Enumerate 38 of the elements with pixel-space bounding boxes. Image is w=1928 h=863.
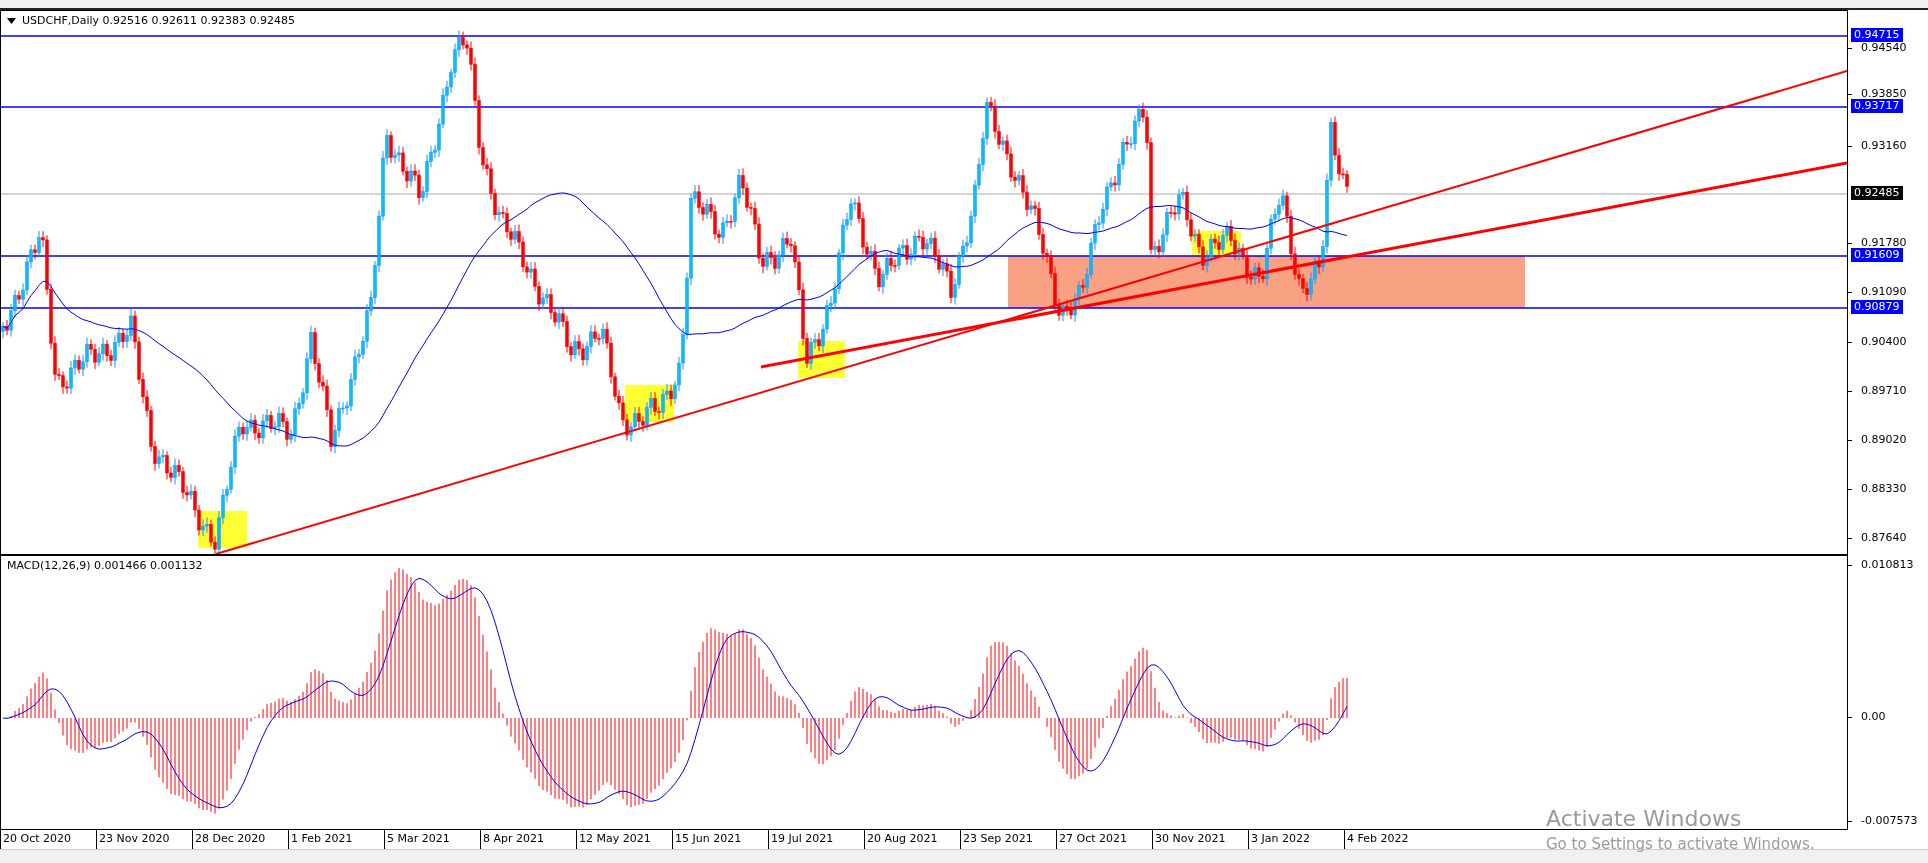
date-label: 28 Dec 2020 bbox=[192, 830, 288, 849]
symbol-header: USDCHF,Daily 0.92516 0.92611 0.92383 0.92485 bbox=[22, 14, 296, 27]
price-tag: 0.92485 bbox=[1851, 186, 1903, 200]
price-tag: 0.90879 bbox=[1851, 300, 1903, 314]
date-label: 1 Feb 2021 bbox=[288, 830, 384, 849]
date-label: 20 Aug 2021 bbox=[864, 830, 960, 849]
indicator-tick-label: 0.010813 bbox=[1860, 558, 1915, 572]
price-tag: 0.94715 bbox=[1851, 28, 1903, 42]
date-label: 12 May 2021 bbox=[576, 830, 672, 849]
indicator-tick-label: 0.00 bbox=[1860, 710, 1887, 724]
price-tick-label: 0.89710 bbox=[1860, 384, 1908, 398]
date-label: 23 Sep 2021 bbox=[960, 830, 1056, 849]
price-tick-label: 0.90400 bbox=[1860, 335, 1908, 349]
price-tick-label: 0.93850 bbox=[1860, 87, 1908, 101]
price-tick-label: 0.91780 bbox=[1860, 236, 1908, 250]
price-tick-label: 0.88330 bbox=[1860, 482, 1908, 496]
price-tag: 0.91609 bbox=[1851, 248, 1903, 262]
date-label: 27 Oct 2021 bbox=[1056, 830, 1152, 849]
price-tick-label: 0.94540 bbox=[1860, 41, 1908, 55]
price-tick-label: 0.91090 bbox=[1860, 285, 1908, 299]
date-label: 5 Mar 2021 bbox=[384, 830, 480, 849]
date-label: 23 Nov 2020 bbox=[96, 830, 192, 849]
indicator-tick-label: -0.007573 bbox=[1860, 814, 1919, 828]
date-label: 8 Apr 2021 bbox=[480, 830, 576, 849]
price-tick-label: 0.93160 bbox=[1860, 139, 1908, 153]
date-label: 19 Jul 2021 bbox=[768, 830, 864, 849]
date-label: 20 Oct 2020 bbox=[0, 830, 96, 849]
price-tick-label: 0.89020 bbox=[1860, 433, 1908, 447]
dropdown-triangle-icon[interactable] bbox=[7, 17, 16, 24]
price-tick-label: 0.87640 bbox=[1860, 531, 1908, 545]
date-label: 30 Nov 2021 bbox=[1152, 830, 1248, 849]
date-label: 3 Jan 2022 bbox=[1248, 830, 1344, 849]
date-label: 15 Jun 2021 bbox=[672, 830, 768, 849]
activation-title: Activate Windows bbox=[1546, 806, 1743, 831]
indicator-header: MACD(12,26,9) 0.001466 0.001132 bbox=[7, 559, 203, 572]
price-tag: 0.93717 bbox=[1851, 99, 1903, 113]
date-label: 4 Feb 2022 bbox=[1344, 830, 1440, 849]
activation-message: Go to Settings to activate Windows. bbox=[1546, 835, 1815, 853]
